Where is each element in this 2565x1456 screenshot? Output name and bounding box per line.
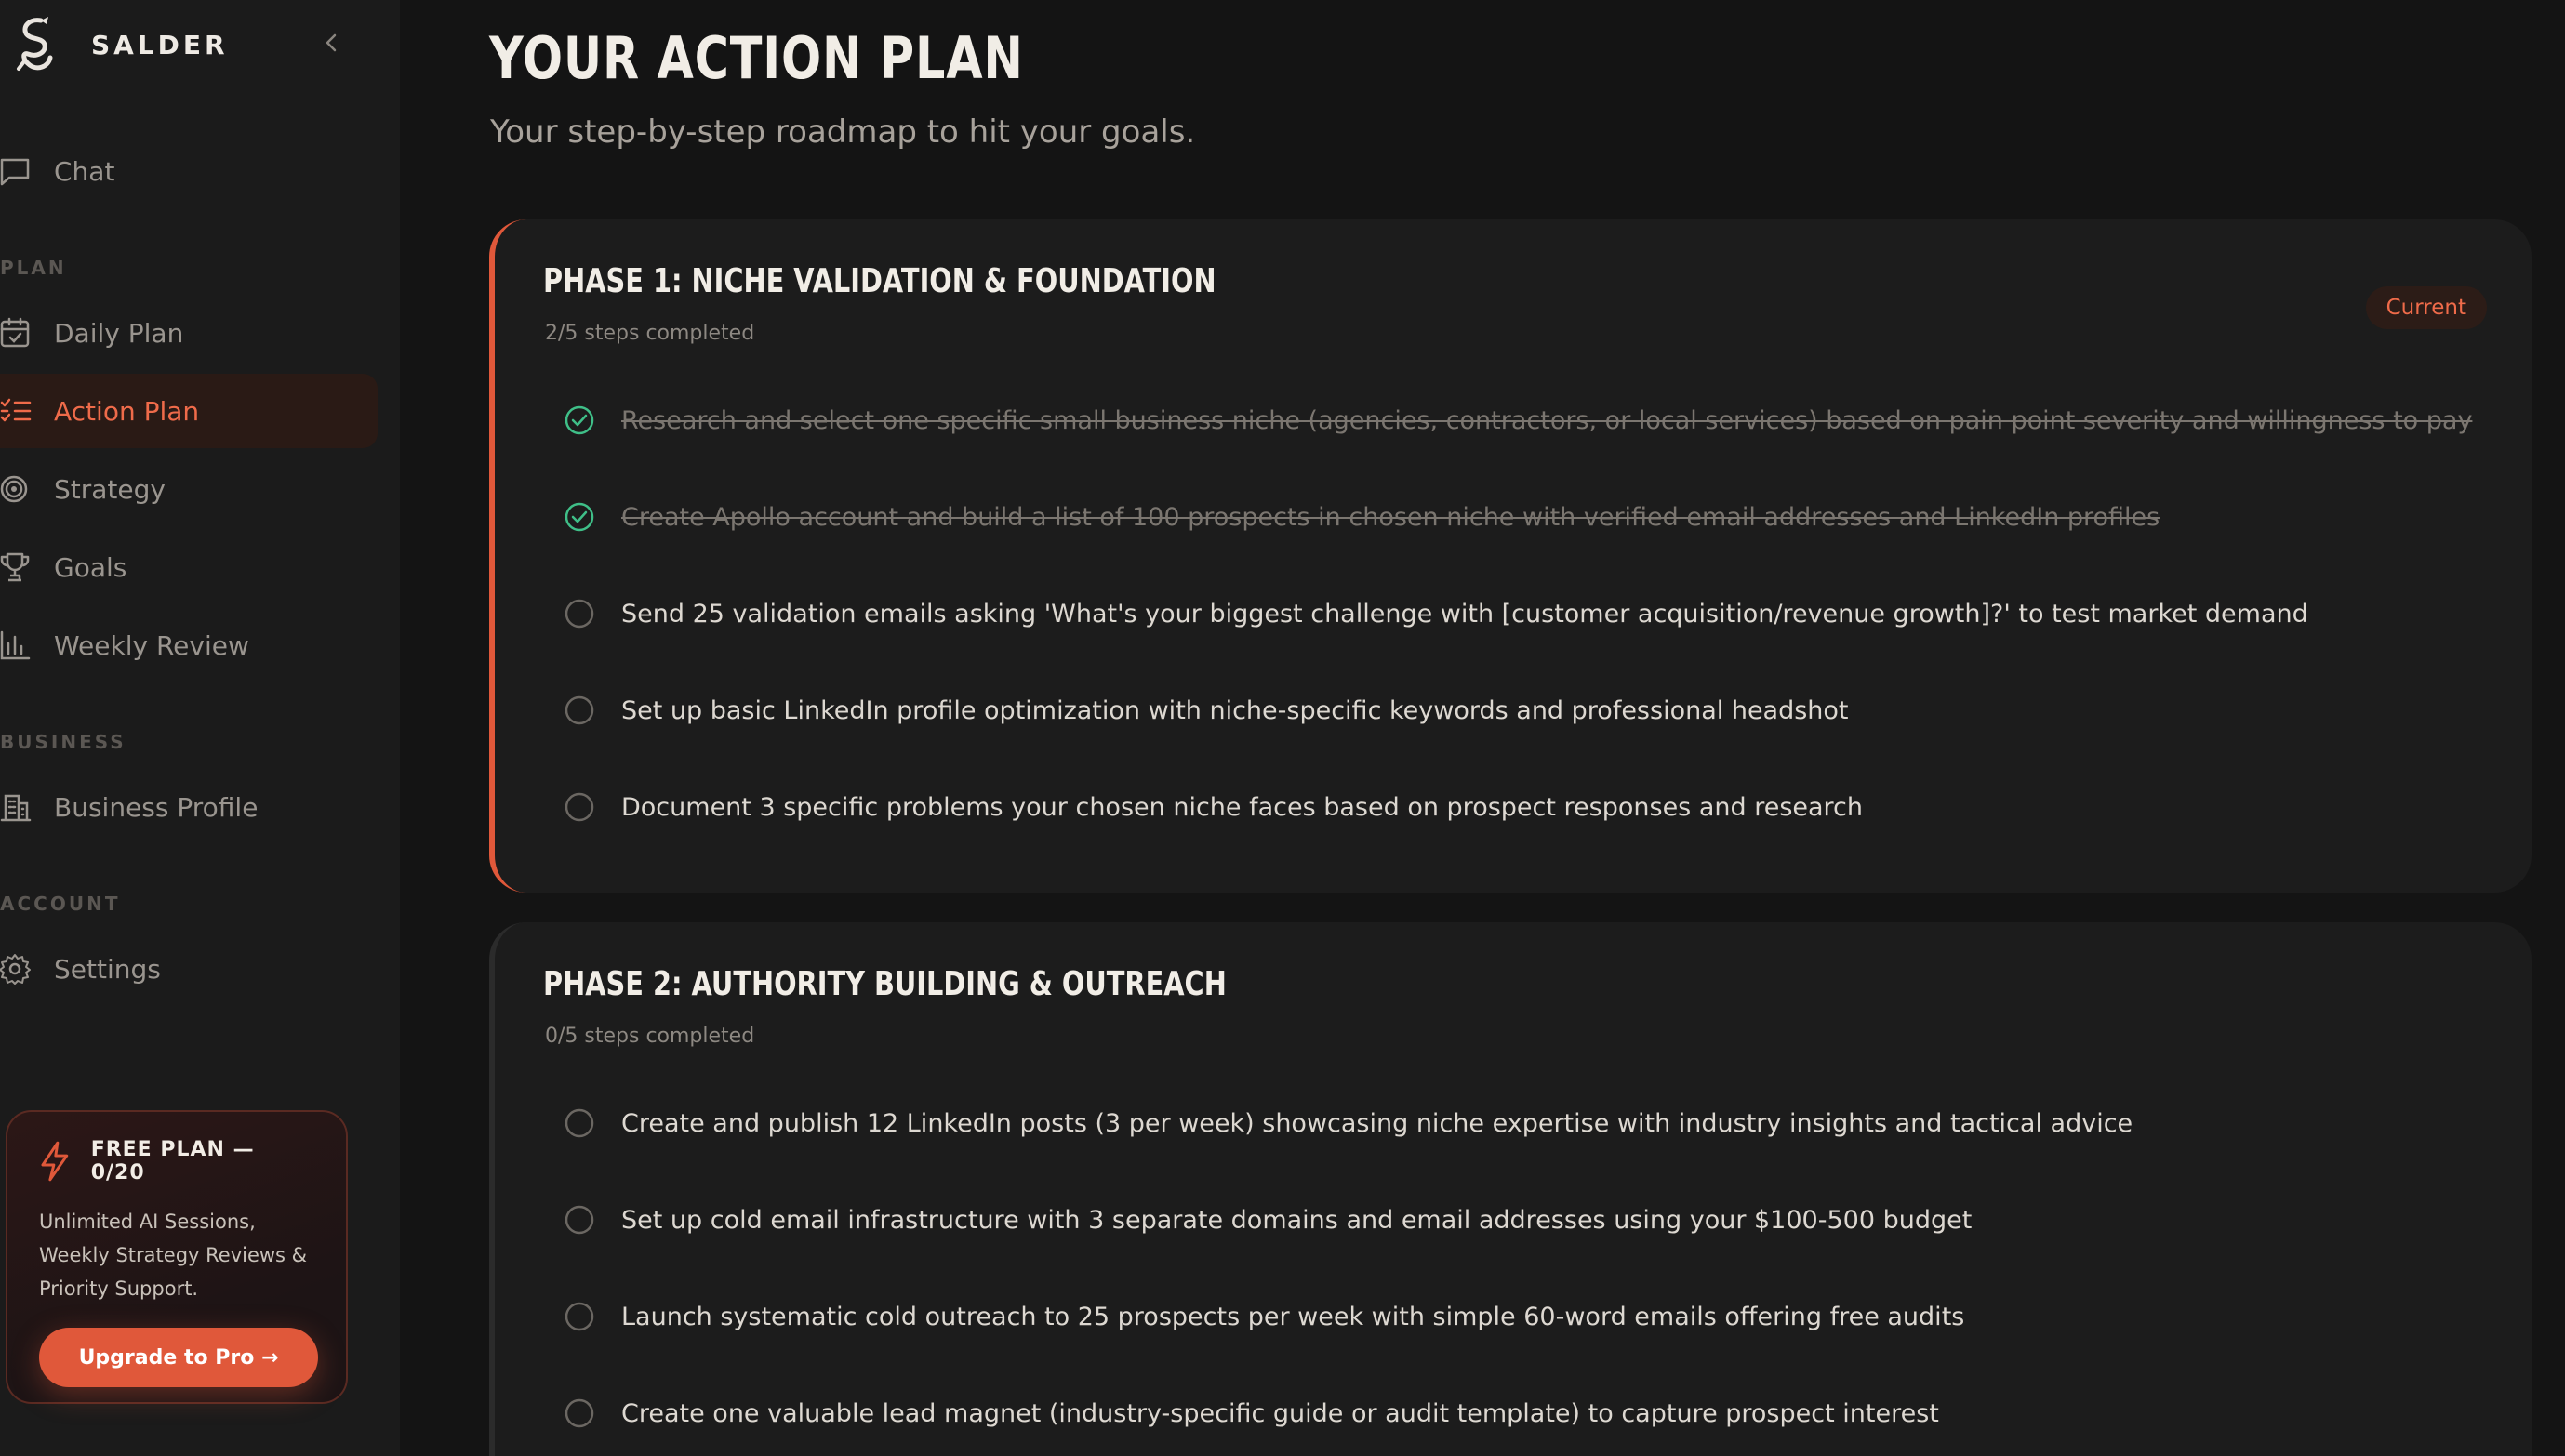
empty-circle-icon[interactable] (564, 1397, 595, 1429)
step-item[interactable]: Create Apollo account and build a list o… (564, 498, 2160, 536)
phase-card-2: PHASE 2: AUTHORITY BUILDING & OUTREACH 0… (489, 922, 2532, 1456)
step-text: Send 25 validation emails asking 'What's… (621, 599, 2308, 629)
phase-card-1: PHASE 1: NICHE VALIDATION & FOUNDATION 2… (489, 219, 2532, 893)
free-plan-description: Unlimited AI Sessions, Weekly Strategy R… (39, 1211, 308, 1300)
step-text: Set up cold email infrastructure with 3 … (621, 1205, 1973, 1235)
checked-circle-icon[interactable] (564, 501, 595, 533)
status-badge: Current (2365, 286, 2487, 329)
salder-logo-icon (17, 17, 53, 71)
collapse-sidebar-icon[interactable] (316, 28, 346, 58)
sidebar-item-action-plan[interactable]: Action Plan (0, 374, 378, 448)
step-item[interactable]: Document 3 specific problems your chosen… (564, 788, 1863, 826)
nav-item-label: Daily Plan (54, 317, 184, 349)
phase-progress: 0/5 steps completed (545, 1025, 755, 1048)
sidebar-item-goals[interactable]: Goals (0, 530, 378, 604)
nav-item-label: Strategy (54, 473, 166, 505)
checked-circle-icon[interactable] (564, 404, 595, 436)
step-text: Launch systematic cold outreach to 25 pr… (621, 1302, 1965, 1331)
step-text: Create and publish 12 LinkedIn posts (3 … (621, 1108, 2133, 1138)
step-item[interactable]: Launch systematic cold outreach to 25 pr… (564, 1298, 1964, 1335)
step-text: Create Apollo account and build a list o… (621, 502, 2160, 532)
step-text: Research and select one specific small b… (621, 405, 2473, 435)
empty-circle-icon[interactable] (564, 1107, 595, 1139)
empty-circle-icon[interactable] (564, 1204, 595, 1236)
step-item[interactable]: Set up basic LinkedIn profile optimizati… (564, 692, 1849, 729)
free-plan-title: FREE PLAN — 0/20 (90, 1138, 255, 1185)
step-item[interactable]: Create one valuable lead magnet (industr… (564, 1395, 1939, 1432)
free-plan-card: FREE PLAN — 0/20 Unlimited AI Sessions, … (6, 1110, 348, 1404)
bar-chart-icon (0, 629, 32, 661)
nav-item-label: Action Plan (54, 395, 200, 427)
brand[interactable]: SALDER (13, 15, 229, 74)
building-icon (0, 791, 32, 823)
nav-item-label: Goals (54, 551, 127, 583)
step-item[interactable]: Send 25 validation emails asking 'What's… (564, 595, 2308, 632)
step-text: Set up basic LinkedIn profile optimizati… (621, 695, 1849, 725)
nav-item-label: Settings (54, 953, 161, 985)
sidebar-item-business-profile[interactable]: Business Profile (0, 770, 378, 844)
section-label-plan: PLAN (0, 257, 67, 279)
sidebar-item-weekly-review[interactable]: Weekly Review (0, 608, 378, 682)
sidebar-item-settings[interactable]: Settings (0, 932, 378, 1006)
empty-circle-icon[interactable] (564, 791, 595, 823)
sidebar-item-strategy[interactable]: Strategy (0, 452, 378, 526)
nav-item-chat[interactable]: Chat (0, 134, 378, 208)
nav-item-label: Chat (54, 155, 115, 187)
empty-circle-icon[interactable] (564, 1301, 595, 1332)
calendar-icon (0, 317, 32, 349)
step-item[interactable]: Set up cold email infrastructure with 3 … (564, 1201, 1972, 1238)
sidebar: SALDER Chat PLAN Daily Plan Action Plan … (0, 0, 400, 1456)
trophy-icon (0, 551, 32, 583)
empty-circle-icon[interactable] (564, 695, 595, 726)
checklist-icon (0, 395, 32, 427)
gear-icon (0, 953, 32, 985)
sidebar-item-daily-plan[interactable]: Daily Plan (0, 296, 378, 370)
phase-title: PHASE 2: AUTHORITY BUILDING & OUTREACH (543, 965, 1227, 1003)
step-text: Document 3 specific problems your chosen… (621, 792, 1864, 822)
lightning-icon (41, 1141, 69, 1182)
empty-circle-icon[interactable] (564, 598, 595, 629)
step-item[interactable]: Research and select one specific small b… (564, 402, 2472, 439)
section-label-account: ACCOUNT (0, 893, 121, 915)
nav-item-label: Business Profile (54, 791, 259, 823)
phase-progress: 2/5 steps completed (545, 322, 755, 345)
step-text: Create one valuable lead magnet (industr… (621, 1398, 1939, 1428)
chat-icon (0, 155, 32, 187)
page-subtitle: Your step-by-step roadmap to hit your go… (490, 113, 1196, 151)
nav-item-label: Weekly Review (54, 629, 249, 661)
target-icon (0, 473, 32, 505)
section-label-business: BUSINESS (0, 731, 126, 753)
app-name: SALDER (91, 29, 229, 60)
phase-title: PHASE 1: NICHE VALIDATION & FOUNDATION (543, 262, 1216, 300)
upgrade-to-pro-button[interactable]: Upgrade to Pro → (39, 1328, 318, 1387)
step-item[interactable]: Create and publish 12 LinkedIn posts (3 … (564, 1105, 2133, 1142)
page-title: YOUR ACTION PLAN (489, 24, 1024, 92)
